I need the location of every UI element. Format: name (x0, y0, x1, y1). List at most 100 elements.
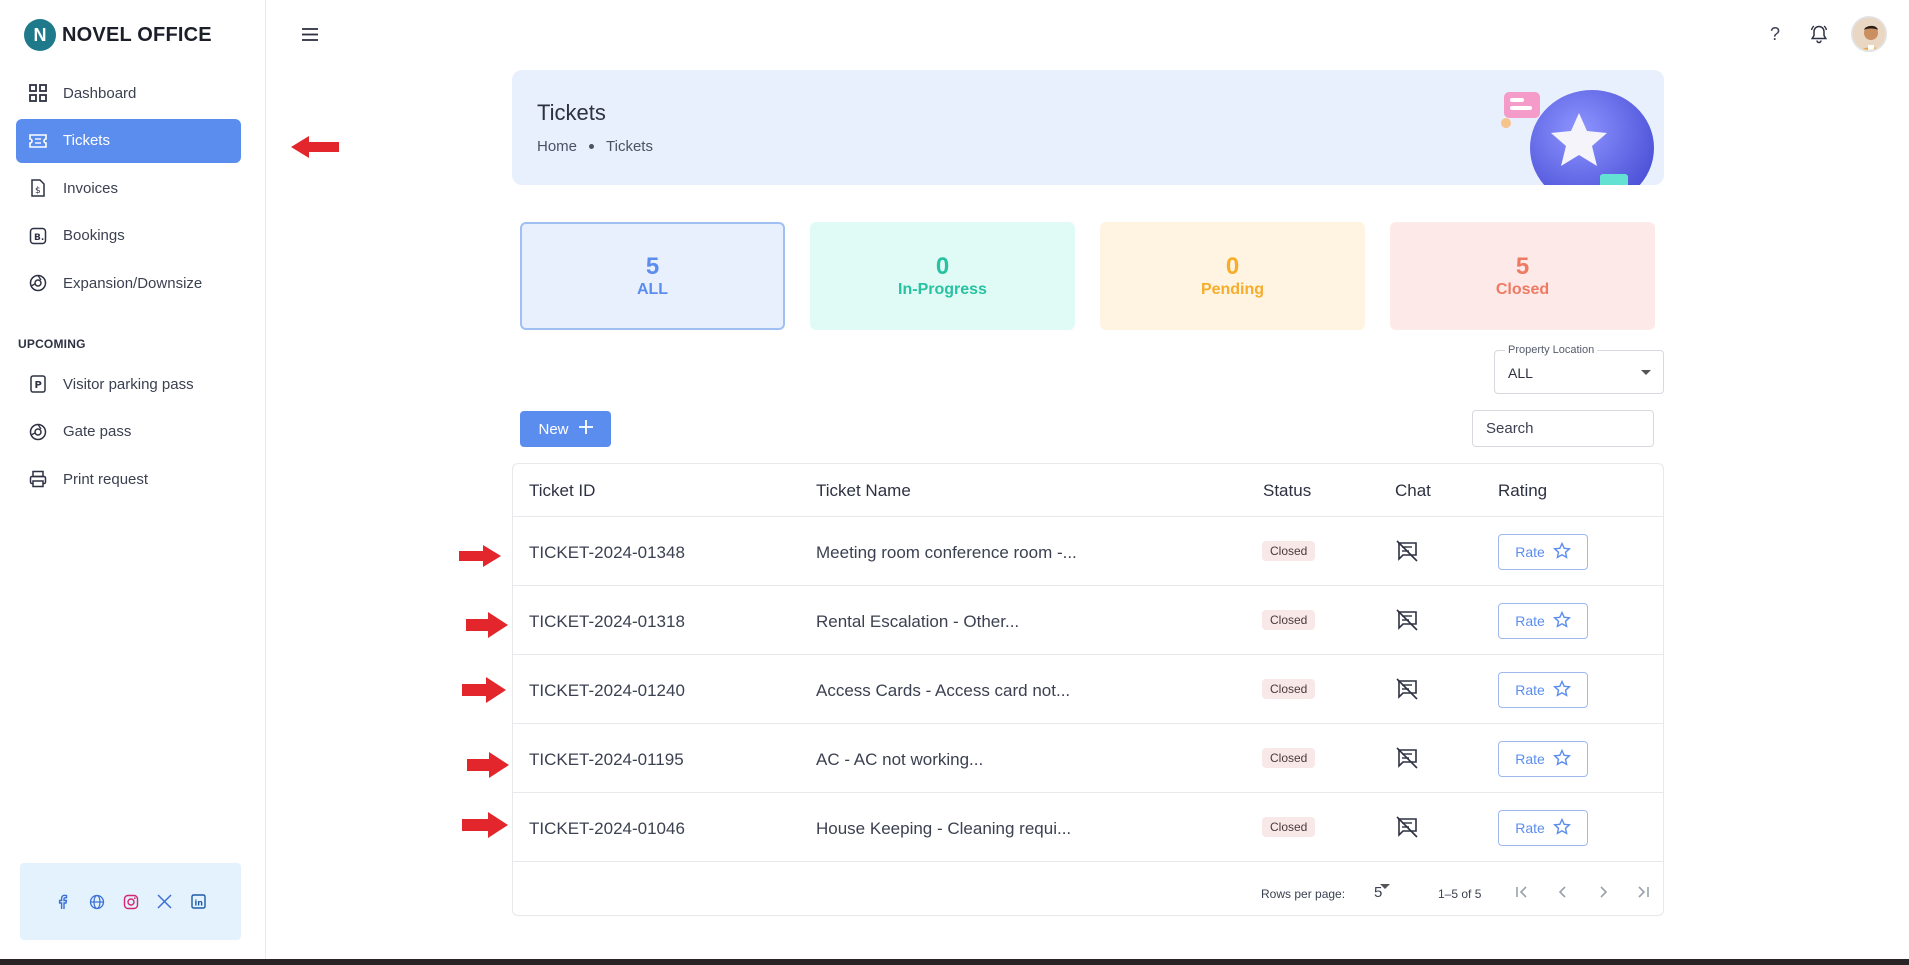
ticket-name[interactable]: House Keeping - Cleaning requi... (816, 819, 1071, 839)
dropdown-caret-icon (1641, 370, 1651, 375)
sidebar-item-bookings[interactable]: B. Bookings (16, 214, 241, 258)
svg-text:P: P (35, 380, 42, 391)
property-location-label: Property Location (1505, 344, 1598, 356)
ticket-name[interactable]: Access Cards - Access card not... (816, 681, 1070, 701)
status-badge: Closed (1262, 817, 1316, 837)
ticket-id[interactable]: TICKET-2024-01348 (529, 543, 685, 563)
breadcrumb-separator (589, 144, 595, 149)
parking-icon: P (28, 374, 48, 394)
expansion-icon (28, 273, 48, 293)
help-icon[interactable]: ? (1763, 24, 1787, 45)
property-location-select[interactable]: Property Location ALL (1494, 344, 1664, 394)
chat-disabled-icon[interactable] (1395, 746, 1419, 770)
table-row[interactable]: TICKET-2024-01046 House Keeping - Cleani… (513, 793, 1663, 862)
brand-name: NOVEL OFFICE (62, 23, 212, 46)
rate-button[interactable]: Rate (1498, 534, 1588, 570)
rate-button[interactable]: Rate (1498, 603, 1588, 639)
rate-label: Rate (1515, 682, 1545, 698)
star-icon (1552, 541, 1571, 563)
search-input[interactable] (1472, 410, 1654, 447)
ticket-name[interactable]: Meeting room conference room -... (816, 543, 1077, 563)
column-header-chat[interactable]: Chat (1395, 481, 1431, 501)
rate-button[interactable]: Rate (1498, 741, 1588, 777)
rate-button[interactable]: Rate (1498, 810, 1588, 846)
star-icon (1552, 817, 1571, 839)
x-icon[interactable] (155, 892, 175, 912)
table-row[interactable]: TICKET-2024-01195 AC - AC not working...… (513, 724, 1663, 793)
sidebar-item-label: Dashboard (63, 84, 137, 102)
last-page-icon[interactable] (1634, 883, 1652, 904)
taskbar-strip (0, 959, 1909, 965)
svg-text:in: in (195, 899, 204, 908)
menu-toggle-icon[interactable] (298, 22, 322, 46)
brand-logo[interactable]: N NOVEL OFFICE (24, 19, 212, 51)
gate-icon (28, 422, 48, 442)
status-badge: Closed (1262, 541, 1316, 561)
sidebar-item-dashboard[interactable]: Dashboard (16, 71, 241, 115)
sidebar-item-tickets[interactable]: Tickets (16, 118, 241, 163)
sidebar-item-label: Visitor parking pass (63, 375, 194, 393)
linkedin-icon[interactable]: in (189, 892, 209, 912)
table-row[interactable]: TICKET-2024-01240 Access Cards - Access … (513, 655, 1663, 724)
user-avatar[interactable] (1851, 16, 1887, 52)
globe-icon[interactable] (87, 892, 107, 912)
column-header-status[interactable]: Status (1263, 481, 1311, 501)
sidebar-item-label: Tickets (63, 132, 110, 149)
ticket-id[interactable]: TICKET-2024-01195 (529, 750, 684, 770)
breadcrumb-home[interactable]: Home (537, 138, 577, 155)
ticket-name[interactable]: Rental Escalation - Other... (816, 612, 1019, 632)
first-page-icon[interactable] (1513, 883, 1531, 904)
table-row[interactable]: TICKET-2024-01318 Rental Escalation - Ot… (513, 586, 1663, 655)
stat-card-all[interactable]: 5 ALL (520, 222, 785, 330)
chat-disabled-icon[interactable] (1395, 539, 1419, 563)
table-pagination: Rows per page: 5 1–5 of 5 (513, 879, 1663, 909)
stat-card-closed[interactable]: 5 Closed (1390, 222, 1655, 330)
ticket-id[interactable]: TICKET-2024-01046 (529, 819, 685, 839)
sidebar-item-invoices[interactable]: $ Invoices (16, 166, 241, 210)
ticket-id[interactable]: TICKET-2024-01240 (529, 681, 685, 701)
printer-icon (28, 469, 48, 489)
section-title-upcoming: UPCOMING (18, 337, 86, 351)
svg-text:$: $ (35, 186, 41, 196)
column-header-rating[interactable]: Rating (1498, 481, 1547, 501)
sidebar-item-label: Print request (63, 470, 149, 488)
instagram-icon[interactable] (121, 892, 141, 912)
stat-card-pending[interactable]: 0 Pending (1100, 222, 1365, 330)
sidebar-item-gate-pass[interactable]: Gate pass (16, 410, 241, 454)
sidebar-item-label: Gate pass (63, 423, 132, 440)
chat-disabled-icon[interactable] (1395, 608, 1419, 632)
stat-count: 5 (1515, 253, 1530, 280)
tickets-table: Ticket ID Ticket Name Status Chat Rating… (512, 463, 1664, 916)
facebook-icon[interactable] (53, 892, 73, 912)
column-header-ticket-id[interactable]: Ticket ID (529, 481, 595, 501)
ticket-name[interactable]: AC - AC not working... (816, 750, 983, 770)
rate-button[interactable]: Rate (1498, 672, 1588, 708)
stat-card-in-progress[interactable]: 0 In-Progress (810, 222, 1075, 330)
rows-per-page-label: Rows per page: (1261, 887, 1346, 901)
sidebar-item-print-request[interactable]: Print request (16, 457, 241, 501)
table-row[interactable]: TICKET-2024-01348 Meeting room conferenc… (513, 517, 1663, 586)
ticket-icon (28, 131, 48, 151)
chat-disabled-icon[interactable] (1395, 815, 1419, 839)
dashboard-icon (28, 83, 48, 103)
annotation-arrow-right-icon (462, 677, 506, 703)
star-icon (1552, 748, 1571, 770)
annotation-arrow-right-icon (467, 752, 509, 778)
sidebar-item-visitor-parking[interactable]: P Visitor parking pass (16, 362, 241, 406)
sidebar-item-expansion[interactable]: Expansion/Downsize (16, 261, 241, 305)
next-page-icon[interactable] (1594, 883, 1612, 904)
table-header: Ticket ID Ticket Name Status Chat Rating (513, 464, 1663, 517)
stat-label: In-Progress (898, 281, 987, 298)
previous-page-icon[interactable] (1554, 883, 1572, 904)
pagination-range: 1–5 of 5 (1438, 887, 1482, 901)
new-ticket-button[interactable]: New (520, 411, 611, 447)
stat-count: 0 (935, 253, 950, 280)
status-badge: Closed (1262, 610, 1316, 630)
column-header-ticket-name[interactable]: Ticket Name (816, 481, 911, 501)
notification-bell-icon[interactable] (1807, 22, 1831, 46)
chat-disabled-icon[interactable] (1395, 677, 1419, 701)
stat-label: Pending (1200, 281, 1265, 298)
sidebar-item-label: Invoices (63, 179, 119, 197)
rate-label: Rate (1515, 613, 1545, 629)
ticket-id[interactable]: TICKET-2024-01318 (529, 612, 685, 632)
